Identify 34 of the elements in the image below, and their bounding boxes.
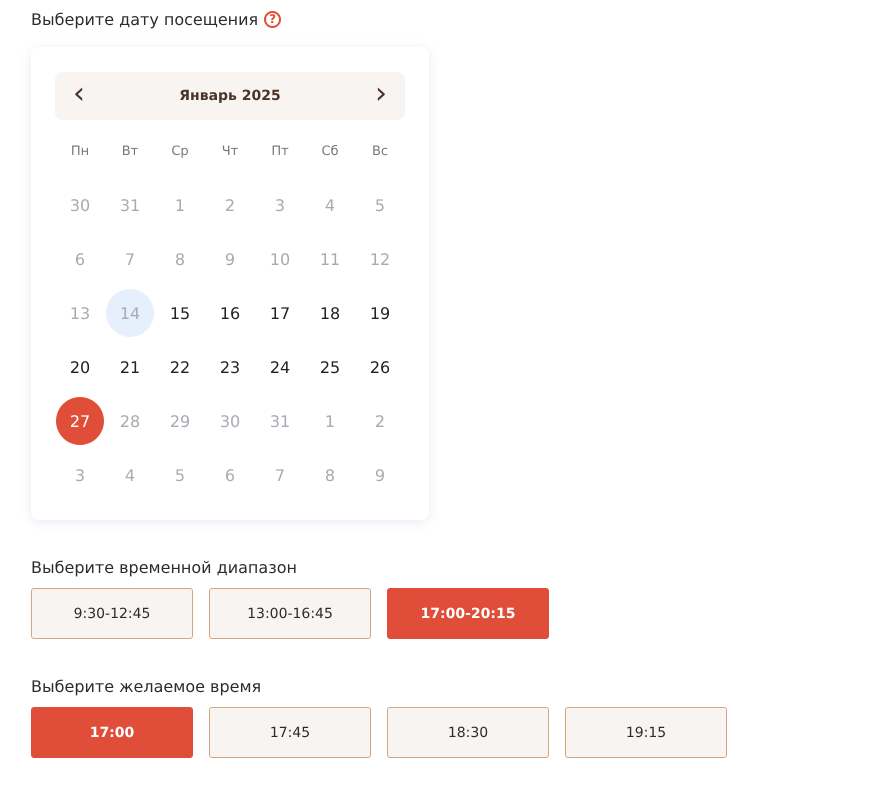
calendar-day[interactable]: 19 xyxy=(356,289,404,337)
time-range-button[interactable]: 13:00-16:45 xyxy=(209,588,371,639)
time-range-button[interactable]: 17:00-20:15 xyxy=(387,588,549,639)
month-title: Январь 2025 xyxy=(179,88,281,104)
calendar-day[interactable]: 24 xyxy=(256,343,304,391)
weekday-label: Вт xyxy=(120,142,140,160)
next-month-button[interactable]: › xyxy=(370,79,391,113)
calendar-day[interactable]: 16 xyxy=(206,289,254,337)
section-title: Выберите желаемое время xyxy=(31,677,262,697)
previous-month-button[interactable]: ‹ xyxy=(69,79,89,113)
weekday-label: Вс xyxy=(370,142,390,160)
calendar-day[interactable]: 27 xyxy=(56,397,104,445)
weekday-label: Пт xyxy=(270,142,290,160)
calendar-day[interactable]: 20 xyxy=(56,343,104,391)
calendar-day[interactable]: 17 xyxy=(256,289,304,337)
weekday-label: Ср xyxy=(170,142,190,160)
time-button[interactable]: 18:30 xyxy=(387,707,549,758)
calendar-day[interactable]: 15 xyxy=(156,289,204,337)
calendar-day[interactable]: 26 xyxy=(356,343,404,391)
calendar-day[interactable]: 25 xyxy=(306,343,354,391)
help-icon[interactable]: ? xyxy=(264,10,282,28)
section-title: Выберите временной диапазон xyxy=(31,558,298,578)
weekday-label: Чт xyxy=(220,142,240,160)
time-button[interactable]: 17:00 xyxy=(31,707,193,758)
time-button[interactable]: 19:15 xyxy=(565,707,727,758)
calendar-day[interactable]: 22 xyxy=(156,343,204,391)
calendar-day[interactable]: 18 xyxy=(306,289,354,337)
time-range-button[interactable]: 9:30-12:45 xyxy=(31,588,193,639)
calendar-day[interactable]: 23 xyxy=(206,343,254,391)
time-button[interactable]: 17:45 xyxy=(209,707,371,758)
weekday-label: Пн xyxy=(70,142,90,160)
calendar-day[interactable]: 21 xyxy=(106,343,154,391)
weekday-label: Сб xyxy=(320,142,340,160)
section-title: Выберите дату посещения xyxy=(31,10,258,28)
